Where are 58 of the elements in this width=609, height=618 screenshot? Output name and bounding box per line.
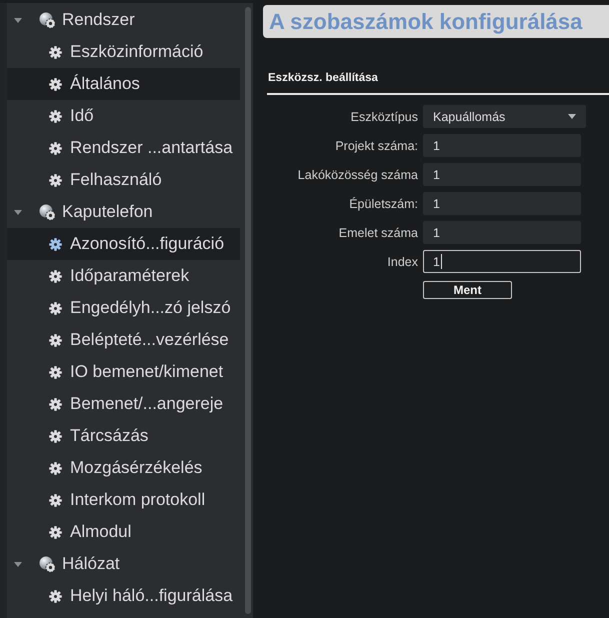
gear-icon [49,142,62,154]
page-title: A szobaszámok konfigurálása [269,8,582,34]
gear-icon [49,174,62,186]
tree-item[interactable]: Időparaméterek [7,260,240,292]
gear-icon [49,302,62,314]
expand-caret-icon[interactable] [14,208,22,216]
text-cursor-icon [440,254,442,269]
text-field[interactable]: 1 [423,163,581,186]
field-label: Eszköztípus [350,110,418,124]
tree-item[interactable]: IO bemenet/kimenet [7,356,240,388]
text-field[interactable]: 1 [423,221,581,244]
gear-icon [49,366,62,378]
globe-gear-icon [39,556,56,572]
gear-icon [49,110,62,122]
tree-item[interactable]: Helyi háló...figurálása [7,580,240,612]
dropdown-field[interactable]: Kapuállomás [423,105,586,128]
globe-gear-icon [39,204,56,220]
tree-item[interactable]: Eszközinformáció [7,36,240,68]
tree-item[interactable]: Belépteté...vezérlése [7,324,240,356]
gear-icon [49,462,62,474]
tree-group-item[interactable]: Kaputelefon [7,196,240,228]
save-button[interactable]: Ment [423,281,512,299]
gear-icon [49,526,62,538]
tree-item[interactable]: Felhasználó [7,164,240,196]
gear-icon [49,334,62,346]
tree-group-item[interactable]: Rendszer [7,4,240,36]
gear-icon [49,78,62,90]
gear-icon [49,590,62,602]
expand-caret-icon[interactable] [14,560,22,568]
expand-caret-icon[interactable] [14,16,22,24]
gear-icon [49,46,62,58]
gear-icon [49,270,62,282]
field-label: Emelet száma [338,226,418,240]
gear-icon [49,430,62,442]
tree-item[interactable]: Engedélyh...zó jelszó [7,292,240,324]
section-heading: Eszközsz. beállítása [267,71,609,95]
field-label: Épületszám: [348,196,418,210]
tree-group-item[interactable]: Hálózat [7,548,240,580]
field-label: Index [386,254,418,268]
tree-item[interactable]: Almodul [7,516,240,548]
tree-item[interactable]: Tárcsázás [7,420,240,452]
tree-item[interactable]: Mozgásérzékelés [7,452,240,484]
tree-item[interactable]: Rendszer ...antartása [7,132,240,164]
tree-item[interactable]: Általános [7,68,240,100]
tree-item[interactable]: Bemenet/...angereje [7,388,240,420]
dropdown-caret-icon [568,114,576,119]
gear-icon [49,398,62,410]
field-label: Lakóközösség száma [296,168,418,182]
text-field[interactable]: 1 [423,250,581,273]
gear-icon [49,238,62,250]
globe-gear-icon [39,12,56,28]
text-field[interactable]: 1 [423,134,581,157]
tree-item[interactable]: Azonosító...figuráció [7,228,240,260]
tree-item[interactable]: Idő [7,100,240,132]
text-field[interactable]: 1 [423,192,581,215]
field-label: Projekt száma: [334,138,418,152]
tree-item[interactable]: Interkom protokoll [7,484,240,516]
gear-icon [49,494,62,506]
